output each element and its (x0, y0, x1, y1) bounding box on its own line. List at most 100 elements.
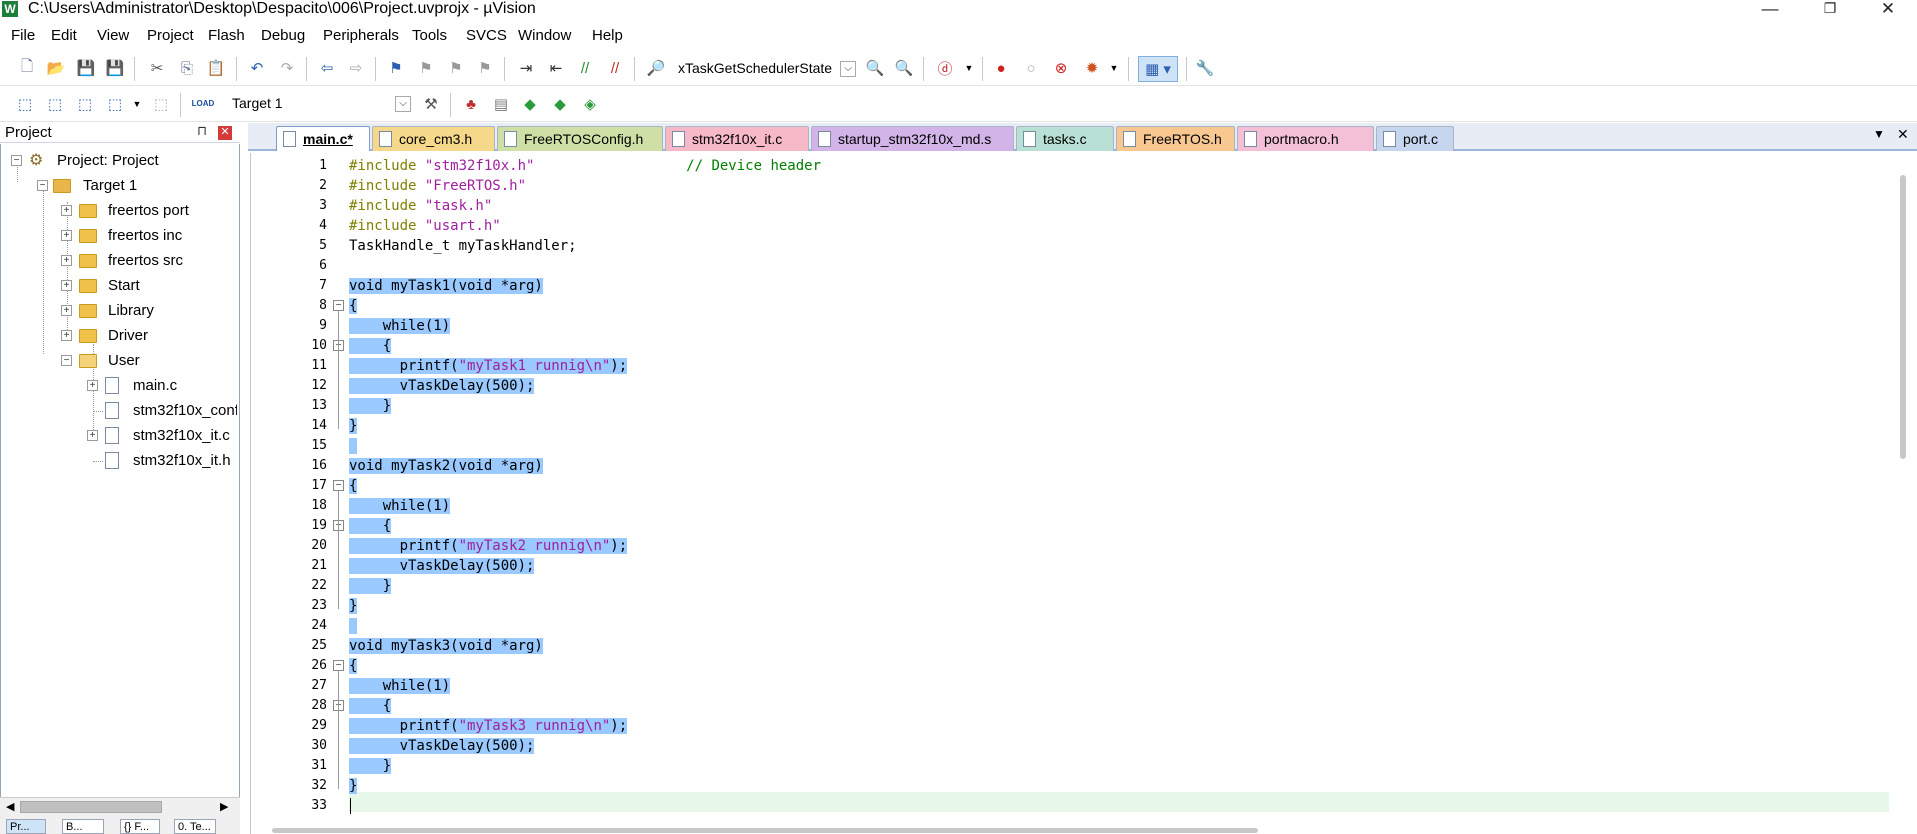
tab-list-dropdown-icon[interactable]: ▼ (1873, 127, 1885, 141)
tree-item-group[interactable]: + freertos src (61, 251, 236, 271)
expand-icon[interactable]: + (61, 255, 72, 266)
tree-item-group[interactable]: + freertos inc (61, 226, 236, 246)
chevron-down-icon[interactable]: ▼ (958, 57, 980, 79)
start-debug-icon[interactable]: ⓓ (934, 57, 956, 79)
redo-icon[interactable]: ↷ (276, 57, 298, 79)
fold-toggle-icon[interactable]: − (333, 300, 344, 311)
expand-icon[interactable]: + (87, 380, 98, 391)
incremental-find-icon[interactable]: 🔍 (893, 57, 915, 79)
manage-runtime-icon[interactable]: ◈ (579, 93, 601, 115)
code-line[interactable]: } (349, 576, 392, 596)
code-line[interactable] (349, 436, 358, 456)
code-line[interactable]: #include "stm32f10x.h" // Device header (349, 156, 821, 176)
download-icon[interactable]: LOAD (192, 92, 215, 114)
stop-build-icon[interactable]: ⬚ (150, 93, 172, 115)
code-line[interactable]: printf("myTask2 runnig\n"); (349, 536, 628, 556)
minimize-button[interactable]: — (1750, 0, 1790, 19)
menu-debug[interactable]: Debug (261, 27, 305, 44)
expand-icon[interactable]: + (61, 205, 72, 216)
close-tab-icon[interactable]: ✕ (1897, 126, 1909, 143)
open-file-icon[interactable]: 📂 (45, 57, 67, 79)
menu-project[interactable]: Project (147, 27, 194, 44)
paste-icon[interactable]: 📋 (205, 57, 227, 79)
tree-item-group[interactable]: + Start (61, 276, 236, 296)
code-line[interactable]: } (349, 396, 392, 416)
menu-window[interactable]: Window (518, 27, 571, 44)
collapse-icon[interactable]: − (61, 355, 72, 366)
collapse-icon[interactable]: − (11, 155, 22, 166)
expand-icon[interactable]: + (87, 430, 98, 441)
close-panel-icon[interactable]: ✕ (218, 126, 232, 140)
menu-view[interactable]: View (97, 27, 129, 44)
restore-button[interactable]: ❐ (1810, 0, 1850, 19)
code-line[interactable]: printf("myTask3 runnig\n"); (349, 716, 628, 736)
navigate-forward-icon[interactable]: ⇨ (345, 57, 367, 79)
tab-project[interactable]: Pr... (6, 819, 46, 834)
chevron-down-icon[interactable]: ▼ (1103, 57, 1125, 79)
scroll-left-icon[interactable]: ◀ (6, 800, 14, 813)
translate-icon[interactable]: ⬚ (14, 93, 36, 115)
code-line[interactable]: { (349, 696, 392, 716)
close-window-button[interactable]: ✕ (1868, 0, 1908, 19)
next-bookmark-icon[interactable]: ⚑ (445, 57, 467, 79)
find-in-files-icon[interactable]: 🔎 (645, 57, 667, 79)
expand-icon[interactable]: + (61, 230, 72, 241)
tab-books[interactable]: B... (62, 819, 104, 834)
collapse-icon[interactable]: − (37, 180, 48, 191)
navigate-back-icon[interactable]: ⇦ (316, 57, 338, 79)
code-line[interactable]: void myTask2(void *arg) (349, 456, 543, 476)
code-line[interactable]: while(1) (349, 316, 451, 336)
tab-functions[interactable]: {} F... (120, 819, 160, 834)
editor-tab[interactable]: portmacro.h (1237, 126, 1374, 151)
undo-icon[interactable]: ↶ (246, 57, 268, 79)
clear-bookmarks-icon[interactable]: ⚑ (474, 57, 496, 79)
tab-templates[interactable]: 0. Te... (174, 819, 216, 834)
code-line[interactable]: TaskHandle_t myTaskHandler; (349, 236, 577, 256)
code-line[interactable]: void myTask1(void *arg) (349, 276, 543, 296)
editor-tab[interactable]: port.c (1376, 126, 1454, 151)
menu-edit[interactable]: Edit (51, 27, 77, 44)
configure-icon[interactable]: 🔧 (1194, 57, 1216, 79)
code-line[interactable] (349, 616, 358, 636)
disable-breakpoint-icon[interactable]: ○ (1020, 57, 1042, 79)
tree-item-group[interactable]: + freertos port (61, 201, 236, 221)
target-combo[interactable]: Target 1 ⌵ (228, 92, 413, 116)
editor-tab[interactable]: main.c* (276, 126, 370, 151)
editor-tab[interactable]: tasks.c (1016, 126, 1114, 151)
scrollbar-thumb[interactable] (20, 801, 162, 813)
editor-vertical-scrollbar[interactable] (1900, 175, 1906, 459)
editor-tab[interactable]: FreeRTOS.h (1116, 126, 1235, 151)
code-line[interactable]: vTaskDelay(500); (349, 736, 535, 756)
code-line[interactable]: { (349, 296, 358, 316)
rebuild-icon[interactable]: ⬚ (74, 93, 96, 115)
tree-item-file[interactable]: + stm32f10x_it.c (87, 426, 237, 446)
copy-icon[interactable]: ⎘ (176, 57, 198, 79)
menu-flash[interactable]: Flash (208, 27, 245, 44)
disable-all-breakpoints-icon[interactable]: ⊗ (1050, 57, 1072, 79)
code-line[interactable]: } (349, 596, 358, 616)
code-line[interactable]: } (349, 756, 392, 776)
fold-toggle-icon[interactable]: − (333, 660, 344, 671)
tree-item-group[interactable]: − User (61, 351, 236, 371)
expand-icon[interactable]: + (61, 280, 72, 291)
insert-breakpoint-icon[interactable]: ● (990, 57, 1012, 79)
manage-project-items-icon[interactable]: ▤ (490, 93, 512, 115)
expand-icon[interactable]: + (61, 330, 72, 341)
tree-item-project-root[interactable]: − ⚙ Project: Project (11, 151, 236, 171)
editor-tab[interactable]: stm32f10x_it.c (665, 126, 809, 151)
code-line[interactable]: { (349, 516, 392, 536)
code-line[interactable]: } (349, 416, 358, 436)
code-line[interactable]: while(1) (349, 496, 451, 516)
comment-icon[interactable]: // (574, 57, 596, 79)
fold-toggle-icon[interactable]: − (333, 480, 344, 491)
find-icon[interactable]: 🔍 (864, 57, 886, 79)
code-line[interactable]: void myTask3(void *arg) (349, 636, 543, 656)
code-line[interactable]: #include "usart.h" (349, 216, 501, 236)
select-packs-icon[interactable]: ◆ (519, 93, 541, 115)
cut-icon[interactable]: ✂ (146, 57, 168, 79)
editor-tab[interactable]: core_cm3.h (372, 126, 495, 151)
batch-build-icon[interactable]: ⬚ (104, 93, 126, 115)
editor-horizontal-scrollbar[interactable] (272, 828, 1258, 833)
prev-bookmark-icon[interactable]: ⚑ (415, 57, 437, 79)
uncomment-icon[interactable]: // (604, 57, 626, 79)
